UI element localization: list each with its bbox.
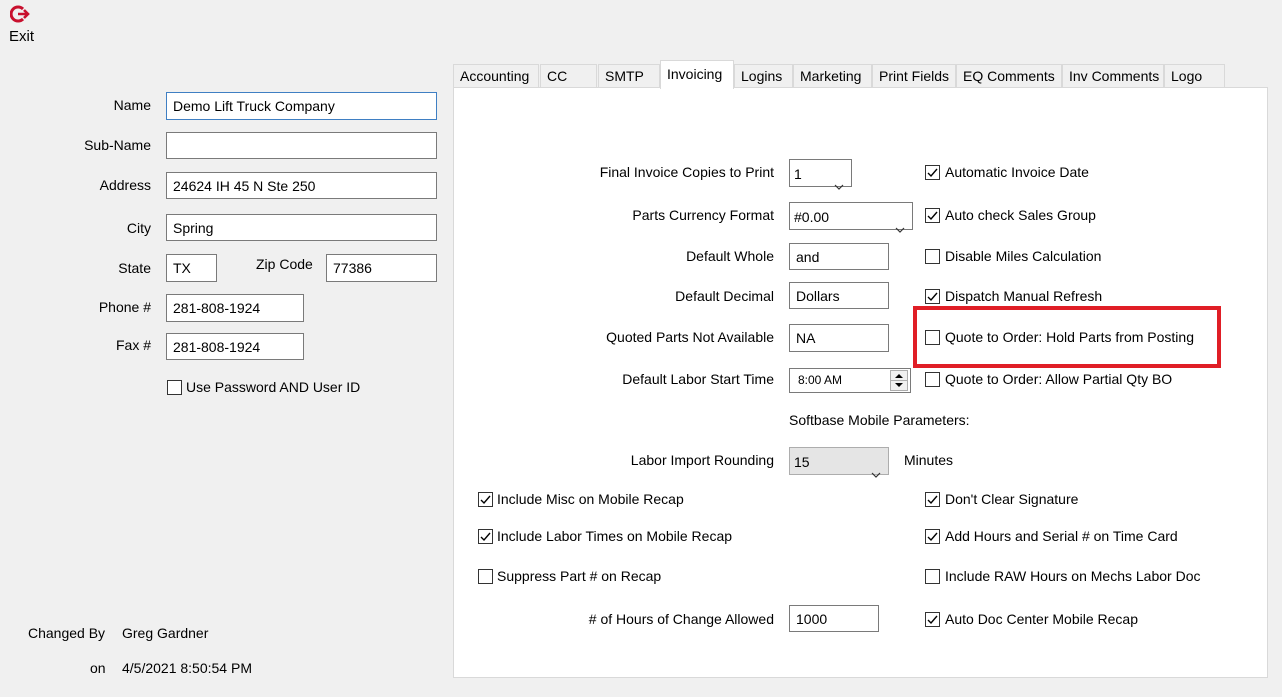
phone-label: Phone # <box>98 299 151 315</box>
highlight-box <box>913 306 1221 368</box>
exit-label: Exit <box>9 28 35 45</box>
state-label: State <box>118 260 151 276</box>
quote-partial-qty-label: Quote to Order: Allow Partial Qty BO <box>945 371 1173 387</box>
chevron-down-icon <box>834 171 844 199</box>
currency-label: Parts Currency Format <box>632 207 774 223</box>
tab-accounting[interactable]: Accounting <box>453 64 539 88</box>
tab-cc[interactable]: CC <box>540 64 597 88</box>
tab-eq-comments[interactable]: EQ Comments <box>956 64 1062 88</box>
default-whole-label: Default Whole <box>686 248 774 264</box>
address-label: Address <box>99 177 151 193</box>
hours-change-label: # of Hours of Change Allowed <box>588 611 774 627</box>
fax-field[interactable]: 281-808-1924 <box>166 333 304 360</box>
changed-on-value: 4/5/2021 8:50:54 PM <box>122 660 252 676</box>
labor-start-value: 8:00 AM <box>798 373 843 387</box>
use-password-label: Use Password AND User ID <box>186 379 361 395</box>
include-misc-label: Include Misc on Mobile Recap <box>497 491 684 507</box>
automatic-invoice-date-checkbox[interactable] <box>925 165 940 180</box>
include-raw-hours-checkbox[interactable] <box>925 569 940 584</box>
dispatch-manual-refresh-checkbox[interactable] <box>925 289 940 304</box>
phone-field[interactable]: 281-808-1924 <box>166 294 304 322</box>
dont-clear-signature-checkbox[interactable] <box>925 492 940 507</box>
fax-label: Fax # <box>115 337 151 353</box>
tab-marketing[interactable]: Marketing <box>793 64 872 88</box>
labor-start-label: Default Labor Start Time <box>622 371 774 387</box>
currency-value: #0.00 <box>794 209 830 225</box>
tab-inv-comments[interactable]: Inv Comments <box>1062 64 1164 88</box>
chevron-down-icon <box>895 214 905 242</box>
suppress-part-label: Suppress Part # on Recap <box>497 568 662 584</box>
dispatch-manual-refresh-label: Dispatch Manual Refresh <box>945 288 1103 304</box>
labor-rounding-select[interactable]: 15 <box>789 447 889 478</box>
suppress-part-checkbox[interactable] <box>478 569 493 584</box>
mobile-params-label: Softbase Mobile Parameters: <box>789 412 970 428</box>
zip-label: Zip Code <box>256 256 313 272</box>
quote-partial-qty-checkbox[interactable] <box>925 372 940 387</box>
default-decimal-field[interactable]: Dollars <box>789 282 889 309</box>
currency-select[interactable]: #0.00 <box>789 202 913 233</box>
minutes-label: Minutes <box>904 452 954 468</box>
city-label: City <box>126 220 151 236</box>
auto-doc-center-label: Auto Doc Center Mobile Recap <box>945 611 1138 627</box>
changed-by-value: Greg Gardner <box>122 625 209 641</box>
include-labor-times-checkbox[interactable] <box>478 529 493 544</box>
add-hours-serial-checkbox[interactable] <box>925 529 940 544</box>
auto-doc-center-checkbox[interactable] <box>925 612 940 627</box>
changed-on-label: on <box>90 660 106 676</box>
include-labor-times-label: Include Labor Times on Mobile Recap <box>497 528 733 544</box>
exit-icon <box>9 5 32 26</box>
name-label: Name <box>113 97 151 113</box>
labor-start-spinner[interactable] <box>890 370 908 391</box>
quoted-na-field[interactable]: NA <box>789 324 889 352</box>
auto-check-sales-group-checkbox[interactable] <box>925 208 940 223</box>
dont-clear-signature-label: Don't Clear Signature <box>945 491 1079 507</box>
subname-label: Sub-Name <box>84 137 151 153</box>
zip-field[interactable]: 77386 <box>326 254 437 282</box>
auto-check-sales-group-label: Auto check Sales Group <box>945 207 1096 223</box>
name-field[interactable]: Demo Lift Truck Company <box>166 92 437 120</box>
tab-logo[interactable]: Logo <box>1164 64 1225 88</box>
disable-miles-calculation-checkbox[interactable] <box>925 249 940 264</box>
chevron-down-icon <box>871 459 881 487</box>
subname-field[interactable] <box>166 132 437 159</box>
add-hours-serial-label: Add Hours and Serial # on Time Card <box>945 528 1178 544</box>
quoted-na-label: Quoted Parts Not Available <box>606 329 774 345</box>
tab-smtp[interactable]: SMTP <box>598 64 660 88</box>
changed-by-label: Changed By <box>28 625 106 641</box>
disable-miles-calculation-label: Disable Miles Calculation <box>945 248 1102 264</box>
tab-invoicing[interactable]: Invoicing <box>660 60 734 89</box>
tab-print-fields[interactable]: Print Fields <box>872 64 956 88</box>
labor-rounding-label: Labor Import Rounding <box>630 452 774 468</box>
default-decimal-label: Default Decimal <box>675 288 774 304</box>
city-field[interactable]: Spring <box>166 214 437 241</box>
automatic-invoice-date-label: Automatic Invoice Date <box>945 164 1089 180</box>
final-copies-value: 1 <box>794 166 802 182</box>
hours-change-field[interactable]: 1000 <box>789 605 879 632</box>
use-password-checkbox[interactable] <box>167 380 182 395</box>
final-copies-select[interactable]: 1 <box>789 159 852 190</box>
default-whole-field[interactable]: and <box>789 243 889 270</box>
include-misc-checkbox[interactable] <box>478 492 493 507</box>
state-field[interactable]: TX <box>166 254 217 282</box>
tab-logins[interactable]: Logins <box>734 64 793 88</box>
exit-button[interactable]: Exit <box>6 4 38 45</box>
final-copies-label: Final Invoice Copies to Print <box>599 164 774 180</box>
labor-rounding-value: 15 <box>794 454 810 470</box>
address-field[interactable]: 24624 IH 45 N Ste 250 <box>166 172 437 199</box>
include-raw-hours-label: Include RAW Hours on Mechs Labor Doc <box>945 568 1201 584</box>
